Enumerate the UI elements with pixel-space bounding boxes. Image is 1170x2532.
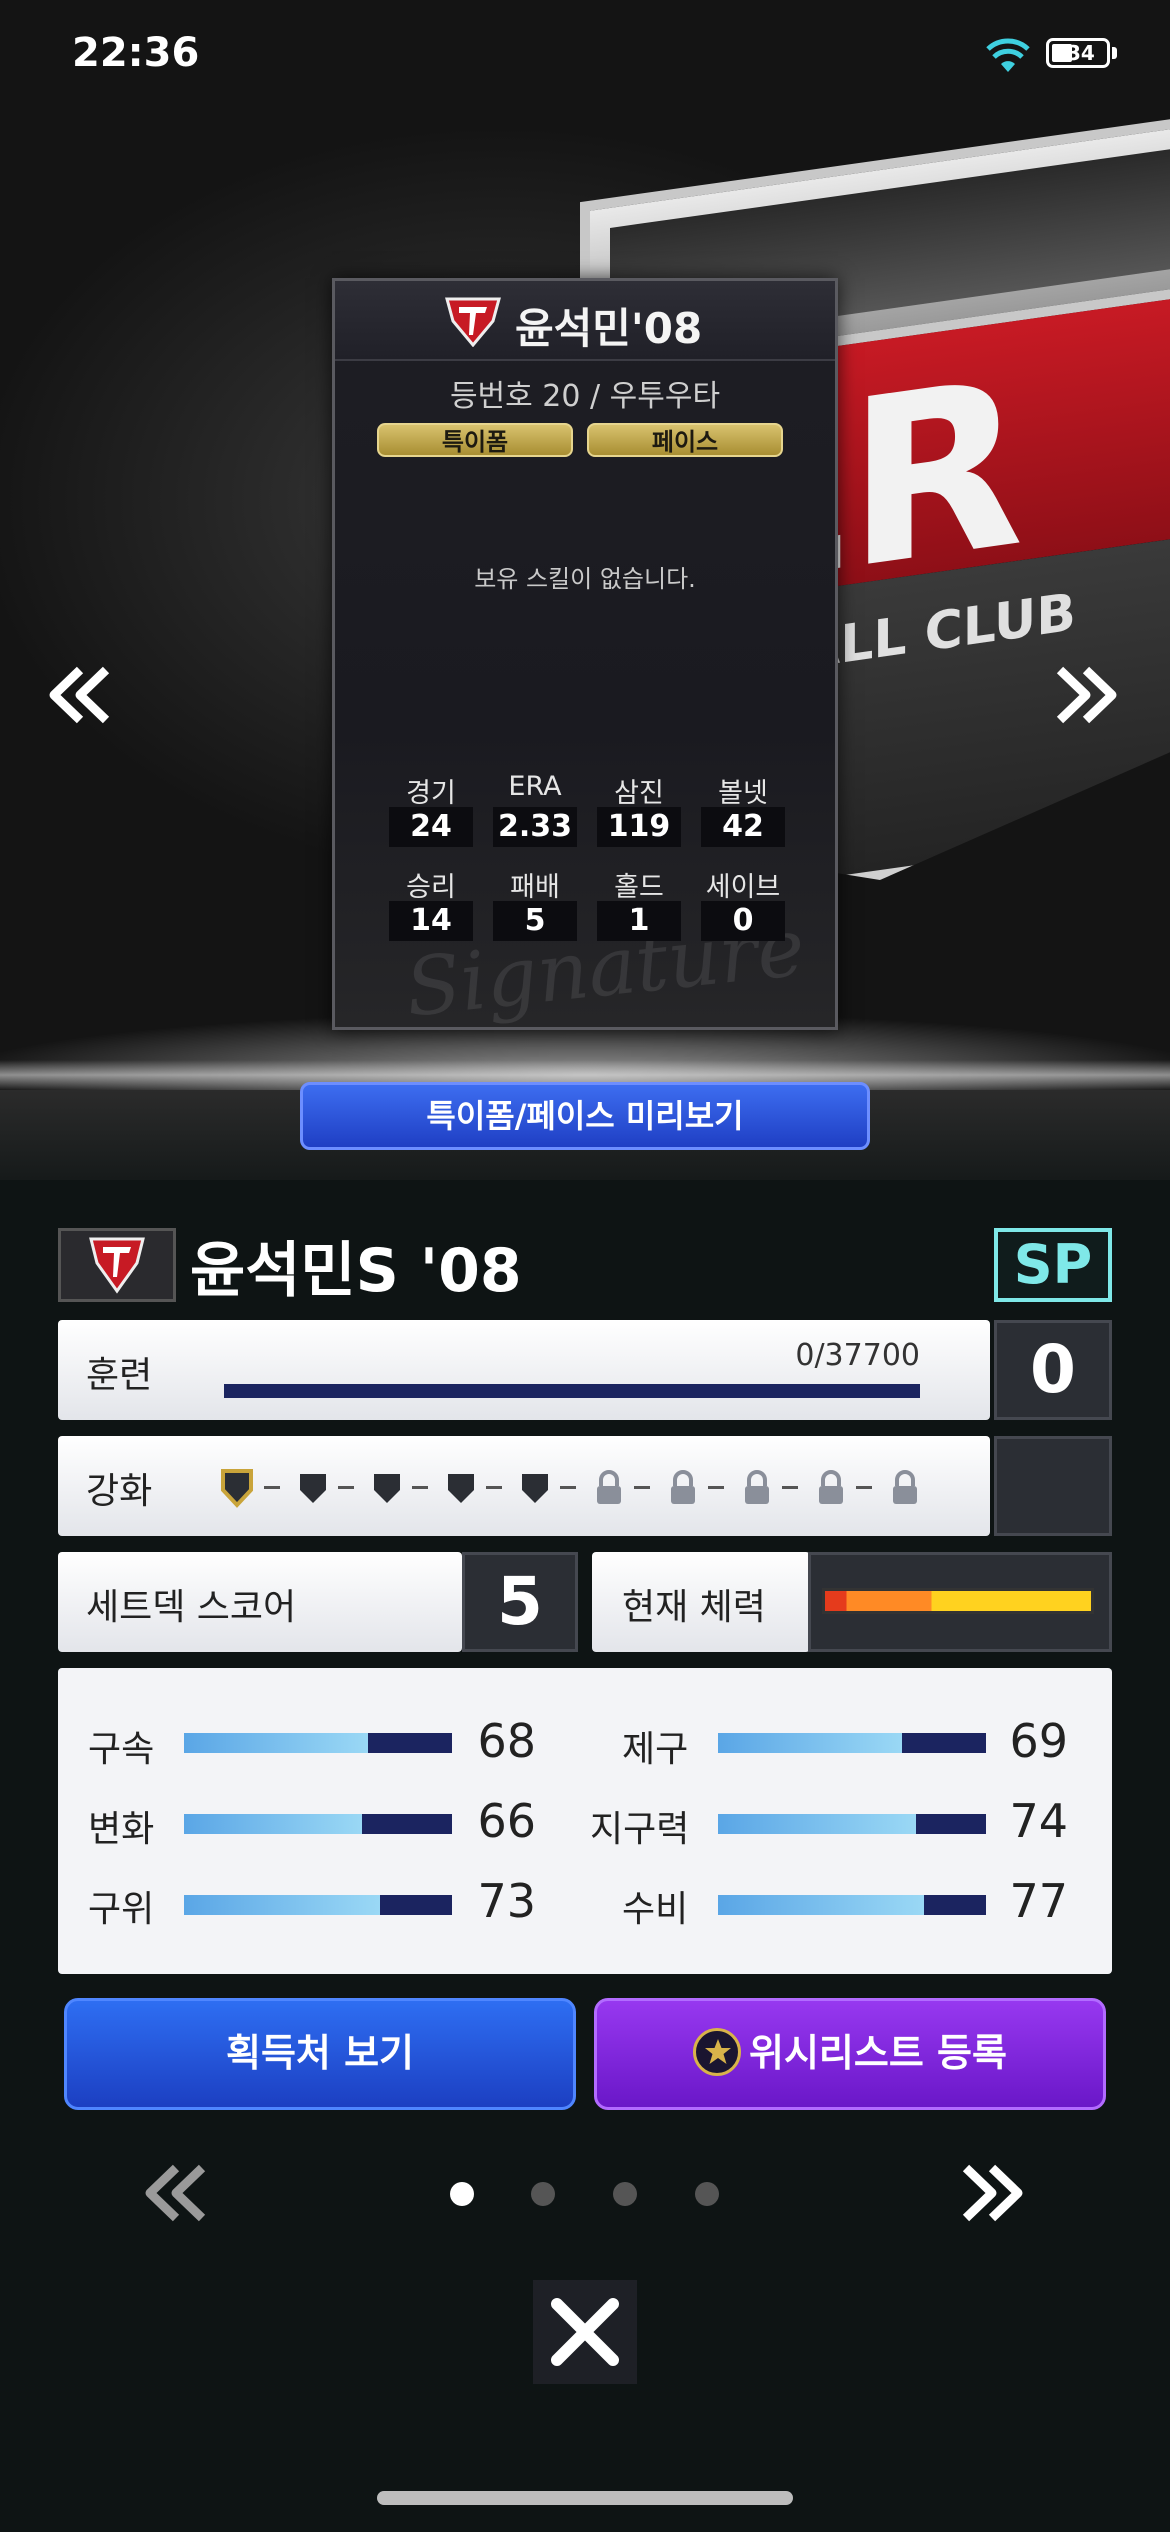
enhance-lock-icon (597, 1470, 621, 1504)
setdeck-score: 5 (462, 1552, 578, 1652)
ability-label: 변화 (88, 1809, 155, 1850)
stamina-label: 현재 체력 (622, 1587, 766, 1628)
ability-bar (718, 1895, 986, 1915)
enhance-label: 강화 (86, 1471, 153, 1512)
card-header: 윤석민'08 (335, 281, 835, 361)
ability-bar (718, 1733, 986, 1753)
enhance-lock-icon (893, 1470, 917, 1504)
card-stat: 세이브 0 (701, 865, 785, 941)
enhance-level-shield-icon (374, 1474, 400, 1503)
wifi-icon (986, 38, 1030, 72)
ability-bar (184, 1814, 452, 1834)
rarity-badge: SP (994, 1228, 1112, 1302)
card-stat: 경기 24 (389, 771, 473, 847)
status-time: 22:36 (72, 30, 200, 76)
stamina-bar (822, 1588, 1094, 1614)
ability-value: 69 (1009, 1714, 1068, 1768)
chip-face[interactable]: 페이스 (587, 423, 783, 457)
form-face-preview-button[interactable]: 특이폼/페이스 미리보기 (300, 1082, 870, 1150)
enhance-lock-icon (745, 1470, 769, 1504)
card-stat: 패배 5 (493, 865, 577, 941)
chip-special-form[interactable]: 특이폼 (377, 423, 573, 457)
add-wishlist-button[interactable]: 위시리스트 등록 (594, 1998, 1106, 2110)
enhance-level-box (994, 1436, 1112, 1536)
ability-label: 제구 (622, 1729, 689, 1770)
setdeck-label: 세트덱 스코어 (86, 1587, 297, 1628)
next-page-arrow-icon[interactable] (958, 2158, 1028, 2228)
training-progress-text: 0/37700 (795, 1338, 920, 1373)
next-card-arrow-icon[interactable] (1052, 660, 1122, 730)
page-dot[interactable] (613, 2182, 637, 2206)
enhance-lock-icon (819, 1470, 843, 1504)
view-acquisition-label: 획득처 보기 (225, 2031, 415, 2075)
view-acquisition-button[interactable]: 획득처 보기 (64, 1998, 576, 2110)
enhance-level-shield-icon (300, 1474, 326, 1503)
card-stat: 홀드 1 (597, 865, 681, 941)
enhance-level-shield-icon (522, 1474, 548, 1503)
card-player-name: 윤석민'08 (515, 304, 703, 353)
page-dot[interactable] (531, 2182, 555, 2206)
ability-value: 77 (1009, 1874, 1068, 1928)
page-dot[interactable] (695, 2182, 719, 2206)
battery-icon: 34 (1046, 38, 1110, 68)
card-stat: 삼진 119 (597, 771, 681, 847)
prev-page-arrow-icon[interactable] (140, 2158, 210, 2228)
card-stat: 승리 14 (389, 865, 473, 941)
close-icon (551, 2298, 619, 2366)
ability-bar (184, 1733, 452, 1753)
home-indicator[interactable] (377, 2491, 793, 2505)
card-stat: ERA 2.33 (493, 771, 577, 847)
training-progress-bar (224, 1384, 920, 1398)
team-logo-badge (58, 1228, 176, 1302)
ability-bar (184, 1895, 452, 1915)
ability-value: 74 (1009, 1794, 1068, 1848)
ability-label: 구속 (88, 1729, 155, 1770)
enhance-level-shield-icon (448, 1474, 474, 1503)
team-emblem-club-text: ALL CLUB (800, 582, 1076, 682)
ability-value: 73 (477, 1874, 536, 1928)
ability-value: 68 (477, 1714, 536, 1768)
no-skill-text: 보유 스킬이 없습니다. (474, 565, 696, 593)
player-card: 윤석민'08 등번호 20 / 우투우타 특이폼 페이스 보유 스킬이 없습니다… (332, 278, 838, 1035)
enhance-lock-icon (671, 1470, 695, 1504)
card-jersey-info: 등번호 20 / 우투우타 (449, 379, 721, 414)
team-logo-icon (89, 1237, 145, 1294)
add-wishlist-label: 위시리스트 등록 (749, 2031, 1007, 2075)
training-level: 0 (994, 1320, 1112, 1420)
ability-label: 지구력 (590, 1809, 690, 1850)
ability-label: 구위 (88, 1889, 155, 1930)
card-stat: 볼넷 42 (701, 771, 785, 847)
page-dot[interactable] (450, 2182, 474, 2206)
enhance-level-shield-icon (221, 1469, 253, 1508)
ability-label: 수비 (622, 1889, 689, 1930)
ability-bar (718, 1814, 986, 1834)
ability-value: 66 (477, 1794, 536, 1848)
prev-card-arrow-icon[interactable] (44, 660, 114, 730)
star-icon (693, 2027, 742, 2076)
close-button[interactable] (533, 2280, 637, 2384)
team-logo-icon (445, 297, 501, 347)
training-label: 훈련 (86, 1355, 153, 1396)
player-name: 윤석민S '08 (190, 1236, 522, 1306)
battery-level: 34 (1067, 41, 1095, 65)
